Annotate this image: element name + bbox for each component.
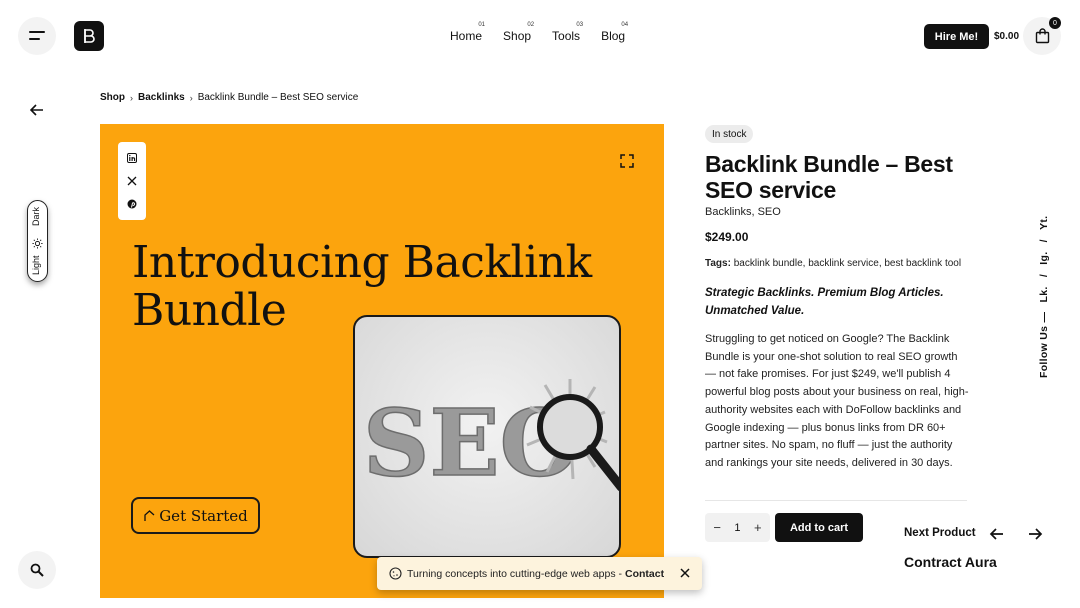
linkedin-icon[interactable] <box>126 152 138 164</box>
breadcrumb-shop[interactable]: Shop <box>100 92 125 103</box>
toast-text: Turning concepts into cutting-edge web a… <box>407 567 622 580</box>
tags-label: Tags: <box>705 258 731 269</box>
nav-home[interactable]: Home 01 <box>450 22 486 43</box>
menu-button[interactable] <box>18 17 56 55</box>
follow-label: Follow Us — <box>1038 311 1050 378</box>
next-product-label: Next Product <box>904 527 976 539</box>
dark-mode-label: Dark <box>31 206 41 226</box>
hire-me-button[interactable]: Hire Me! <box>924 24 989 49</box>
decrease-quantity-button[interactable]: − <box>710 520 724 535</box>
chevron-right-icon: › <box>130 92 133 103</box>
toast-contact-link[interactable]: Contact <box>625 568 664 580</box>
theme-toggle[interactable]: Dark Light <box>27 200 48 282</box>
increase-quantity-button[interactable]: + <box>751 520 765 535</box>
close-icon[interactable] <box>678 566 692 580</box>
cart-total: $0.00 <box>994 31 1020 42</box>
cart-button[interactable]: 0 <box>1023 17 1061 55</box>
nav-blog-label: Blog <box>601 29 626 43</box>
cart-count-badge: 0 <box>1049 17 1061 29</box>
product-description: Struggling to get noticed on Google? The… <box>705 333 969 469</box>
chevron-right-icon: › <box>189 92 193 103</box>
product-title: Backlink Bundle – Best SEO service <box>705 151 953 203</box>
quantity-stepper: − 1 + <box>705 513 770 542</box>
hamburger-icon <box>29 31 45 41</box>
tag-link[interactable]: backlink service <box>808 258 879 269</box>
search-icon <box>30 563 44 577</box>
main-nav: Home 01 Shop 02 Tools 03 Blog 04 <box>450 22 629 43</box>
nav-index: 03 <box>576 22 584 28</box>
arrow-left-icon <box>30 104 43 116</box>
nav-shop-label: Shop <box>503 29 532 43</box>
breadcrumb-current: Backlink Bundle – Best SEO service <box>197 92 359 103</box>
announcement-toast: Turning concepts into cutting-edge web a… <box>377 557 702 590</box>
next-product-name[interactable]: Contract Aura <box>904 554 997 570</box>
product-price: $249.00 <box>705 230 749 244</box>
pinterest-icon[interactable] <box>126 198 138 210</box>
sun-icon <box>32 238 43 249</box>
product-tagline: Strategic Backlinks. Premium Blog Articl… <box>705 287 944 317</box>
arrow-right-icon[interactable] <box>1027 526 1043 542</box>
x-twitter-icon[interactable] <box>126 175 138 187</box>
quantity-value[interactable]: 1 <box>734 522 740 534</box>
nav-index: 04 <box>621 22 629 28</box>
back-button[interactable] <box>28 101 46 119</box>
breadcrumb: Shop › Backlinks › Backlink Bundle – Bes… <box>100 92 358 103</box>
shopping-bag-icon <box>1035 28 1049 44</box>
add-to-cart-button[interactable]: Add to cart <box>775 513 863 542</box>
product-tags: Tags: backlink bundle, backlink service,… <box>705 258 962 269</box>
seo-magnifier-illustration: SEO <box>362 379 619 498</box>
stock-badge: In stock <box>705 125 754 143</box>
site-logo[interactable] <box>74 21 104 51</box>
cursor-icon <box>144 510 155 521</box>
tag-link[interactable]: best backlink tool <box>884 258 961 269</box>
tag-link[interactable]: backlink bundle <box>734 258 803 269</box>
social-youtube-link[interactable]: Yt. <box>1038 216 1050 230</box>
light-mode-label: Light <box>31 255 41 275</box>
nav-blog[interactable]: Blog 04 <box>601 22 629 43</box>
social-separator: / <box>1038 273 1050 278</box>
get-started-button[interactable]: Get Started <box>131 497 260 534</box>
nav-tools-label: Tools <box>552 29 581 43</box>
product-image[interactable]: Introducing Backlink Bundle SEO Get Star… <box>100 124 664 598</box>
breadcrumb-backlinks[interactable]: Backlinks <box>138 92 185 103</box>
fullscreen-icon[interactable] <box>620 154 634 168</box>
divider <box>705 500 967 501</box>
seo-illustration: SEO <box>353 315 621 558</box>
arrow-left-icon[interactable] <box>989 526 1005 542</box>
product-categories[interactable]: Backlinks, SEO <box>705 206 781 218</box>
social-separator: / <box>1038 239 1050 243</box>
get-started-label: Get Started <box>159 506 248 525</box>
nav-tools[interactable]: Tools 03 <box>552 22 584 43</box>
follow-us: Follow Us — Lk. / Ig. / Yt. <box>1038 216 1050 378</box>
social-instagram-link[interactable]: Ig. <box>1038 252 1050 265</box>
social-linkedin-link[interactable]: Lk. <box>1038 286 1050 302</box>
cookie-icon <box>389 567 402 580</box>
nav-shop[interactable]: Shop 02 <box>503 22 535 43</box>
share-bar <box>118 142 146 220</box>
nav-index: 02 <box>527 22 535 28</box>
nav-home-label: Home <box>450 29 483 43</box>
search-button[interactable] <box>18 551 56 589</box>
logo-mark-icon <box>84 29 95 43</box>
nav-index: 01 <box>478 22 486 28</box>
